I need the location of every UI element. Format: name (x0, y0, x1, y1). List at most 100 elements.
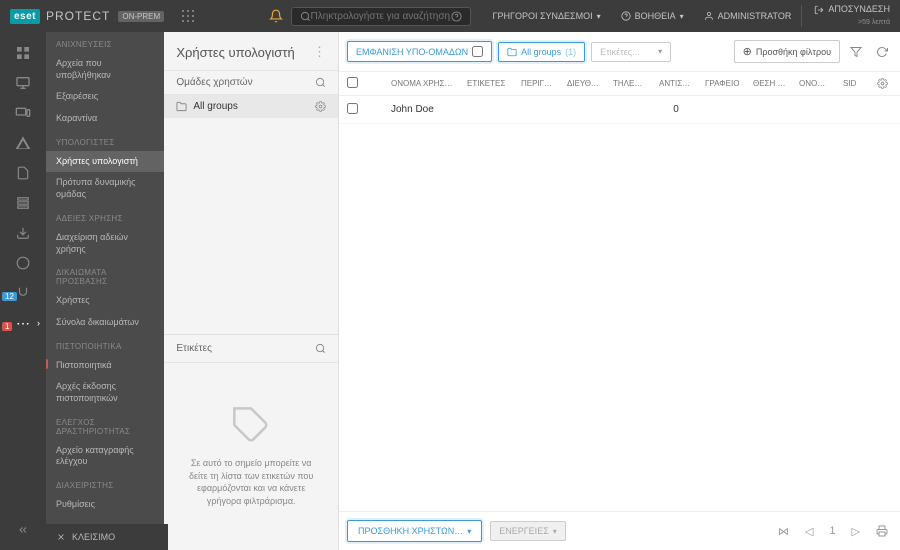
user-menu[interactable]: ADMINISTRATOR (694, 11, 802, 21)
col-pos[interactable]: ΘΕΣΗ Ε… (749, 77, 791, 90)
panel-title: Χρήστες υπολογιστή ⋮ (164, 32, 338, 70)
logo: eset PROTECT ON-PREM (0, 9, 174, 24)
app-header: eset PROTECT ON-PREM ΓΡΗΓΟΡΟΙ ΣΥΝΔΕΣΜΟΙ▾… (0, 0, 900, 32)
sidebar-item[interactable]: Πρότυπα δυναμικής ομάδας (46, 172, 164, 205)
col-sid[interactable]: SID (839, 77, 869, 90)
print-icon[interactable] (872, 525, 892, 537)
sidebar-section: ΕΛΕΓΧΟΣ ΔΡΑΣΤΗΡΙΟΤΗΤΑΣ (46, 410, 164, 440)
help-icon[interactable] (451, 11, 462, 22)
toolbar: ΕΜΦΑΝΙΣΗ ΥΠΟ-ΟΜΑΔΩΝ All groups (1) Ετικέ… (339, 32, 900, 72)
gear-icon[interactable] (873, 76, 892, 91)
col-office[interactable]: ΓΡΑΦΕΙΟ (701, 77, 745, 90)
sidebar-item[interactable]: Ρυθμίσεις (46, 494, 164, 516)
rail-installers-icon[interactable] (0, 218, 46, 248)
sidebar-item[interactable]: Αρχές έκδοσης πιστοποιητικών (46, 376, 164, 409)
refresh-icon[interactable] (872, 42, 892, 62)
page-number: 1 (825, 525, 839, 537)
notification-bell-icon[interactable] (269, 9, 283, 23)
help-menu[interactable]: ΒΟΗΘΕΙΑ▾ (611, 11, 694, 21)
rail-collapse-icon[interactable] (0, 510, 46, 550)
sidebar-item[interactable]: Καραντίνα (46, 108, 164, 130)
sidebar-section: ΑΔΕΙΕΣ ΧΡΗΣΗΣ (46, 206, 164, 227)
tag-filter-dropdown[interactable]: Ετικέτες... ▾ (591, 42, 671, 62)
tags-panel: Ετικέτες Σε αυτό το σημείο μπορείτε να δ… (164, 334, 338, 550)
filter-icon[interactable] (846, 42, 866, 62)
show-subgroups-toggle[interactable]: ΕΜΦΑΝΙΣΗ ΥΠΟ-ΟΜΑΔΩΝ (347, 41, 492, 62)
sidebar-item[interactable]: Σύνολα δικαιωμάτων (46, 312, 164, 334)
tags-label: Ετικέτες (176, 343, 212, 354)
rail-warning-icon[interactable] (0, 128, 46, 158)
cell-pos (749, 108, 791, 112)
col-addr[interactable]: ΔΙΕΥΘΥ… (563, 77, 605, 90)
sidebar-section: ΥΠΟΛΟΓΙΣΤΕΣ (46, 130, 164, 151)
cell-phone (609, 108, 651, 112)
folder-icon (507, 47, 517, 57)
sidebar-section: ΔΙΑΧΕΙΡΙΣΤΗΣ (46, 473, 164, 494)
add-filter-button[interactable]: ⊕ Προσθήκη φίλτρου (734, 40, 840, 63)
sidebar: ΑΝΙΧΝΕΥΣΕΙΣΑρχεία που υποβλήθηκανΕξαιρέσ… (46, 32, 164, 550)
col-onom[interactable]: ΟΝΟΜ… (795, 77, 835, 90)
panel-menu-icon[interactable]: ⋮ (313, 44, 326, 60)
folder-icon (176, 101, 187, 112)
sidebar-section: ΠΙΣΤΟΠΟΙΗΤΙΚΑ (46, 334, 164, 355)
subgroups-checkbox[interactable] (472, 46, 483, 57)
sidebar-item[interactable]: Εξαιρέσεις (46, 86, 164, 108)
groups-header: Ομάδες χρηστών (164, 70, 338, 95)
users-table: ΟΝΟΜΑ ΧΡΗΣΤΗ ΕΤΙΚΕΤΕΣ ΠΕΡΙΓΡ… ΔΙΕΥΘΥ… ΤΗ… (339, 72, 900, 511)
page-first-icon[interactable]: ⋈ (774, 525, 793, 538)
tree-root-item[interactable]: All groups (164, 95, 338, 118)
actions-button[interactable]: ΕΝΕΡΓΕΙΕΣ▾ (490, 521, 566, 541)
quick-links[interactable]: ΓΡΗΓΟΡΟΙ ΣΥΝΔΕΣΜΟΙ▾ (483, 11, 611, 21)
tags-empty-icon (231, 405, 271, 445)
search-input[interactable] (311, 11, 451, 22)
sidebar-item[interactable]: Διαχείριση αδειών χρήσης (46, 227, 164, 260)
rail-notifications-icon[interactable]: 12 (0, 278, 46, 308)
sidebar-close[interactable]: ΚΛΕΙΣΙΜΟ (46, 524, 164, 550)
col-phone[interactable]: ΤΗΛΕΦ… (609, 77, 651, 90)
rail-devices-icon[interactable] (0, 98, 46, 128)
group-chip[interactable]: All groups (1) (498, 42, 585, 62)
tags-empty-text: Σε αυτό το σημείο μπορείτε να δείτε τη λ… (184, 457, 318, 507)
row-checkbox[interactable] (347, 103, 358, 114)
cell-tags (463, 108, 513, 112)
sidebar-section: ΑΝΙΧΝΕΥΣΕΙΣ (46, 32, 164, 53)
page-next-icon[interactable]: ▷ (848, 525, 864, 538)
logout-link[interactable]: ΑΠΟΣΥΝΔΕΣΗ >59 λεπτά (801, 5, 900, 27)
footer-bar: ΠΡΟΣΘΗΚΗ ΧΡΗΣΤΩΝ…▾ ΕΝΕΡΓΕΙΕΣ▾ ⋈ ◁ 1 ▷ (339, 511, 900, 550)
sidebar-section: ΔΙΚΑΙΩΜΑΤΑ ΠΡΟΣΒΑΣΗΣ (46, 260, 164, 290)
cell-office (701, 108, 745, 112)
rail-more-icon[interactable]: ⋯1› (0, 308, 46, 338)
cell-addr (563, 108, 605, 112)
col-desc[interactable]: ΠΕΡΙΓΡ… (517, 77, 559, 90)
table-row[interactable]: John Doe 0 (339, 96, 900, 124)
search-icon[interactable] (315, 343, 326, 354)
rail-reports-icon[interactable] (0, 158, 46, 188)
table-header: ΟΝΟΜΑ ΧΡΗΣΤΗ ΕΤΙΚΕΤΕΣ ΠΕΡΙΓΡ… ΔΙΕΥΘΥ… ΤΗ… (339, 72, 900, 96)
rail-tasks-icon[interactable] (0, 188, 46, 218)
brand-badge: eset (10, 9, 40, 24)
sidebar-item[interactable]: Αρχείο καταγραφής ελέγχου (46, 440, 164, 473)
sidebar-item[interactable]: Αρχεία που υποβλήθηκαν (46, 53, 164, 86)
gear-icon[interactable] (315, 101, 326, 112)
sidebar-item[interactable]: Χρήστες (46, 290, 164, 312)
cell-desc (517, 108, 559, 112)
select-all-checkbox[interactable] (347, 77, 358, 88)
global-search[interactable] (291, 7, 471, 26)
cell-name: John Doe (387, 102, 459, 117)
col-tags[interactable]: ΕΤΙΚΕΤΕΣ (463, 77, 513, 90)
col-assign[interactable]: ΑΝΤΙΣ… (655, 77, 697, 90)
product-name: PROTECT (46, 9, 110, 23)
search-icon[interactable] (315, 77, 326, 88)
apps-grid-icon[interactable] (182, 10, 194, 22)
page-prev-icon[interactable]: ◁ (801, 525, 817, 538)
rail-dashboard-icon[interactable] (0, 38, 46, 68)
sidebar-item[interactable]: Χρήστες υπολογιστή (46, 151, 164, 173)
sidebar-item[interactable]: Πιστοποιητικά (46, 355, 164, 377)
rail-computers-icon[interactable] (0, 68, 46, 98)
cell-sid (839, 108, 869, 112)
main-content: ΕΜΦΑΝΙΣΗ ΥΠΟ-ΟΜΑΔΩΝ All groups (1) Ετικέ… (339, 32, 900, 550)
col-name[interactable]: ΟΝΟΜΑ ΧΡΗΣΤΗ (387, 77, 459, 90)
rail-policies-icon[interactable] (0, 248, 46, 278)
icon-rail: 12 ⋯1› (0, 32, 46, 550)
add-users-button[interactable]: ΠΡΟΣΘΗΚΗ ΧΡΗΣΤΩΝ…▾ (347, 520, 482, 542)
